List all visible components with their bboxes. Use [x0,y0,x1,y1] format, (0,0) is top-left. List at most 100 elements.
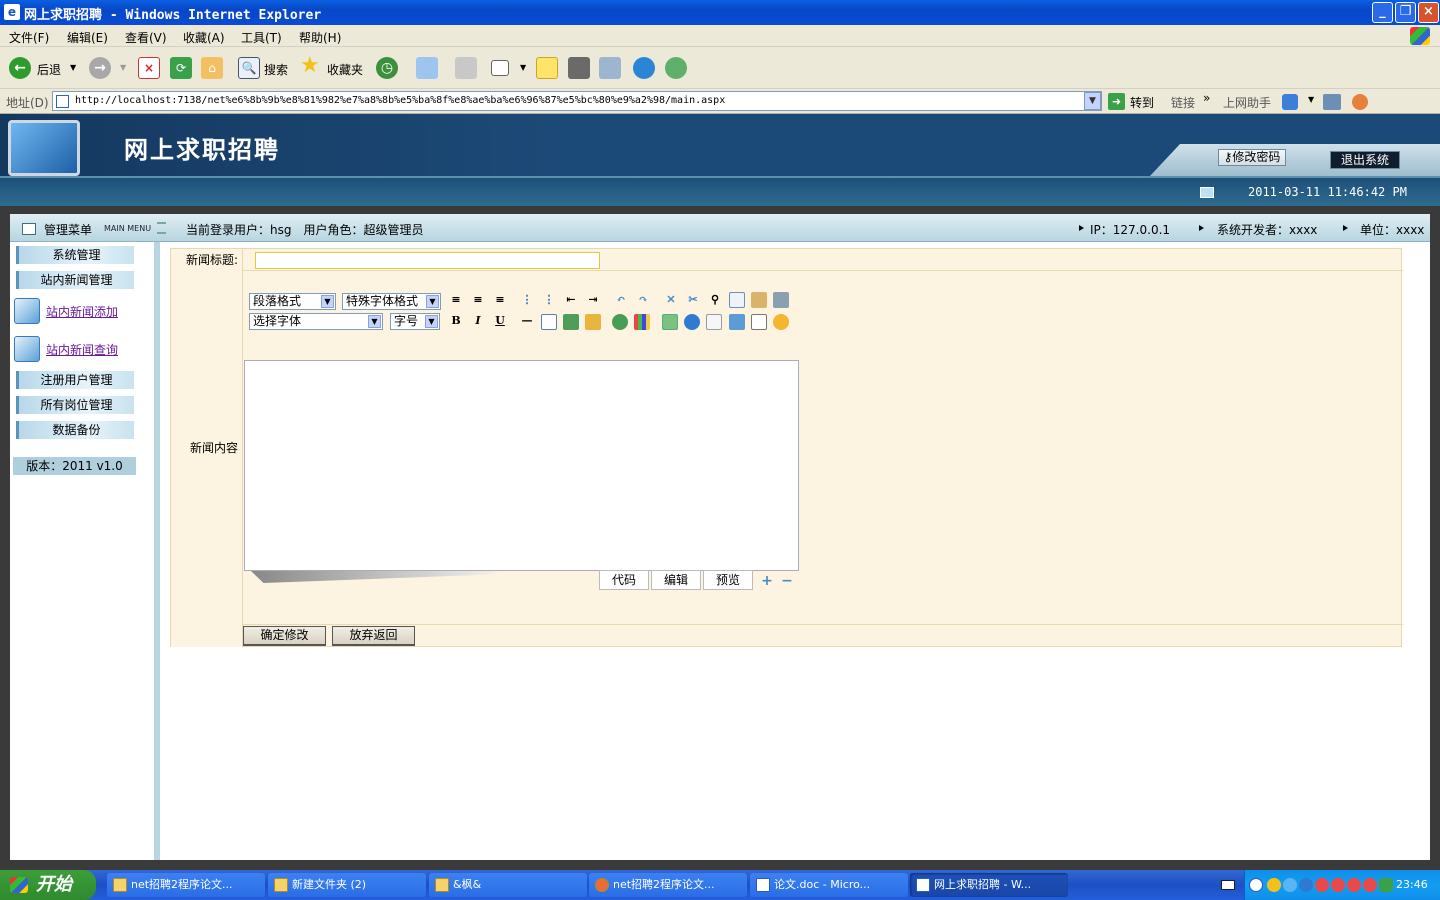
links-label[interactable]: 链接 [1171,94,1195,111]
back-arrow-icon[interactable]: ← [9,57,31,79]
font-size-select[interactable]: 字号 ▼ [390,313,440,330]
keyboard-icon[interactable] [1221,880,1235,890]
insert-date-icon[interactable] [751,314,767,330]
tab-code[interactable]: 代码 [599,570,649,590]
address-input[interactable]: http://localhost:7138/net%e6%8b%9b%e8%81… [52,91,1102,111]
qq-icon[interactable] [1347,878,1361,892]
task-item[interactable]: net招聘2程序论文... [589,873,747,897]
menu-file[interactable]: 文件(F) [9,29,49,46]
go-button[interactable]: 转到 [1130,94,1154,111]
delete-icon[interactable]: ✕ [662,291,680,309]
bullet-list-icon[interactable]: ⋮ [518,291,536,309]
window-title-bar[interactable]: e 网上求职招聘 - Windows Internet Explorer _ ❐… [0,0,1440,25]
tab-edit[interactable]: 编辑 [651,570,701,590]
outdent-icon[interactable]: ⇤ [562,291,580,309]
task-item[interactable]: net招聘2程序论文... [107,873,265,897]
menu-edit[interactable]: 编辑(E) [67,29,108,46]
stop-icon[interactable]: × [138,57,160,79]
title-input[interactable] [255,252,600,269]
qq-icon[interactable] [1363,878,1377,892]
sidebar-item-jobs[interactable]: 所有岗位管理 [16,396,134,414]
back-dropdown-icon[interactable]: ▼ [70,63,76,72]
minimize-button[interactable]: _ [1372,2,1393,23]
font-select[interactable]: 选择字体 ▼ [249,313,383,330]
sidebar-item-news-manage[interactable]: 站内新闻管理 [16,271,134,289]
logout-button[interactable]: 退出系统 [1330,151,1400,169]
numbered-list-icon[interactable]: ⋮ [540,291,558,309]
tab-preview[interactable]: 预览 [703,570,753,590]
cut-icon[interactable]: ✂ [684,291,702,309]
forward-dropdown-icon[interactable]: ▼ [120,63,126,72]
edit-page-icon[interactable] [491,60,509,76]
redo-icon[interactable]: ↷ [634,291,652,309]
tray-icon[interactable] [1267,878,1281,892]
cancel-button[interactable]: 放弃返回 [332,626,415,646]
security-icon[interactable] [1352,94,1368,110]
web-helper[interactable]: 上网助手 [1223,94,1271,111]
align-left-icon[interactable]: ≡ [447,291,465,309]
sidebar-item-system[interactable]: 系统管理 [16,246,134,264]
print-icon[interactable] [455,57,477,79]
insert-web-icon[interactable] [684,314,700,330]
color-grid-icon[interactable] [634,314,650,330]
text-color-icon[interactable] [612,314,628,330]
task-item[interactable]: 论文.doc - Micro... [750,873,908,897]
search-icon[interactable]: 🔍 [238,57,260,79]
refresh-icon[interactable]: ⟳ [170,57,192,79]
insert-media-icon[interactable] [585,314,601,330]
mail-icon[interactable] [416,57,438,79]
favorites-label[interactable]: 收藏夹 [327,61,363,78]
favorites-star-icon[interactable]: ★ [300,55,320,77]
messenger-icon[interactable] [633,57,655,79]
task-item[interactable]: &枫& [429,873,587,897]
helper-icon[interactable] [1282,94,1298,110]
close-button[interactable]: × [1418,2,1439,23]
align-center-icon[interactable]: ≡ [469,291,487,309]
undo-icon[interactable]: ↶ [612,291,630,309]
find-icon[interactable]: ⚲ [706,291,724,309]
underline-button[interactable]: U [491,312,509,330]
tool-icon[interactable] [1323,94,1341,110]
edit-dropdown-icon[interactable]: ▼ [520,63,526,72]
note-icon[interactable] [536,57,558,79]
contacts-icon[interactable] [665,57,687,79]
maximize-button[interactable]: ❐ [1395,2,1416,23]
task-item[interactable]: 网上求职招聘 - W... [910,873,1068,897]
insert-table-icon[interactable] [662,314,678,330]
menu-tools[interactable]: 工具(T) [241,29,282,46]
submit-button[interactable]: 确定修改 [243,626,326,646]
tray-expand-icon[interactable] [1249,878,1263,892]
research-icon[interactable] [599,57,621,79]
copy-icon[interactable] [729,292,745,308]
content-editor[interactable] [244,360,799,571]
paragraph-format-select[interactable]: 段落格式 ▼ [249,293,336,310]
menu-favorites[interactable]: 收藏(A) [183,29,225,46]
tray-icon[interactable] [1283,878,1297,892]
tray-icon[interactable] [1299,878,1313,892]
align-right-icon[interactable]: ≡ [491,291,509,309]
address-dropdown-icon[interactable]: ▼ [1084,92,1101,110]
insert-image-icon[interactable] [563,314,579,330]
enlarge-editor-icon[interactable]: + [761,574,773,588]
go-arrow-icon[interactable]: ➜ [1108,93,1125,110]
qq-icon[interactable] [1331,878,1345,892]
horizontal-rule-icon[interactable]: — [518,312,536,330]
insert-link-icon[interactable] [541,314,557,330]
paste-icon[interactable] [751,292,767,308]
insert-flash-icon[interactable] [729,314,745,330]
insert-form-icon[interactable] [706,314,722,330]
bold-button[interactable]: B [447,312,465,330]
sidebar-link-news-query[interactable]: 站内新闻查询 [46,341,118,358]
task-item[interactable]: 新建文件夹 (2) [268,873,426,897]
plugin-icon[interactable] [568,57,590,79]
change-password-button[interactable]: ⚷修改密码 [1218,149,1286,166]
history-icon[interactable]: ◷ [376,57,398,79]
qq-icon[interactable] [1315,878,1329,892]
shrink-editor-icon[interactable]: − [781,574,793,588]
sidebar-item-users[interactable]: 注册用户管理 [16,371,134,389]
search-label[interactable]: 搜索 [264,61,288,78]
shield-icon[interactable] [1379,878,1393,892]
forward-arrow-icon[interactable]: → [89,57,111,79]
italic-button[interactable]: I [469,312,487,330]
print-editor-icon[interactable] [773,292,789,308]
